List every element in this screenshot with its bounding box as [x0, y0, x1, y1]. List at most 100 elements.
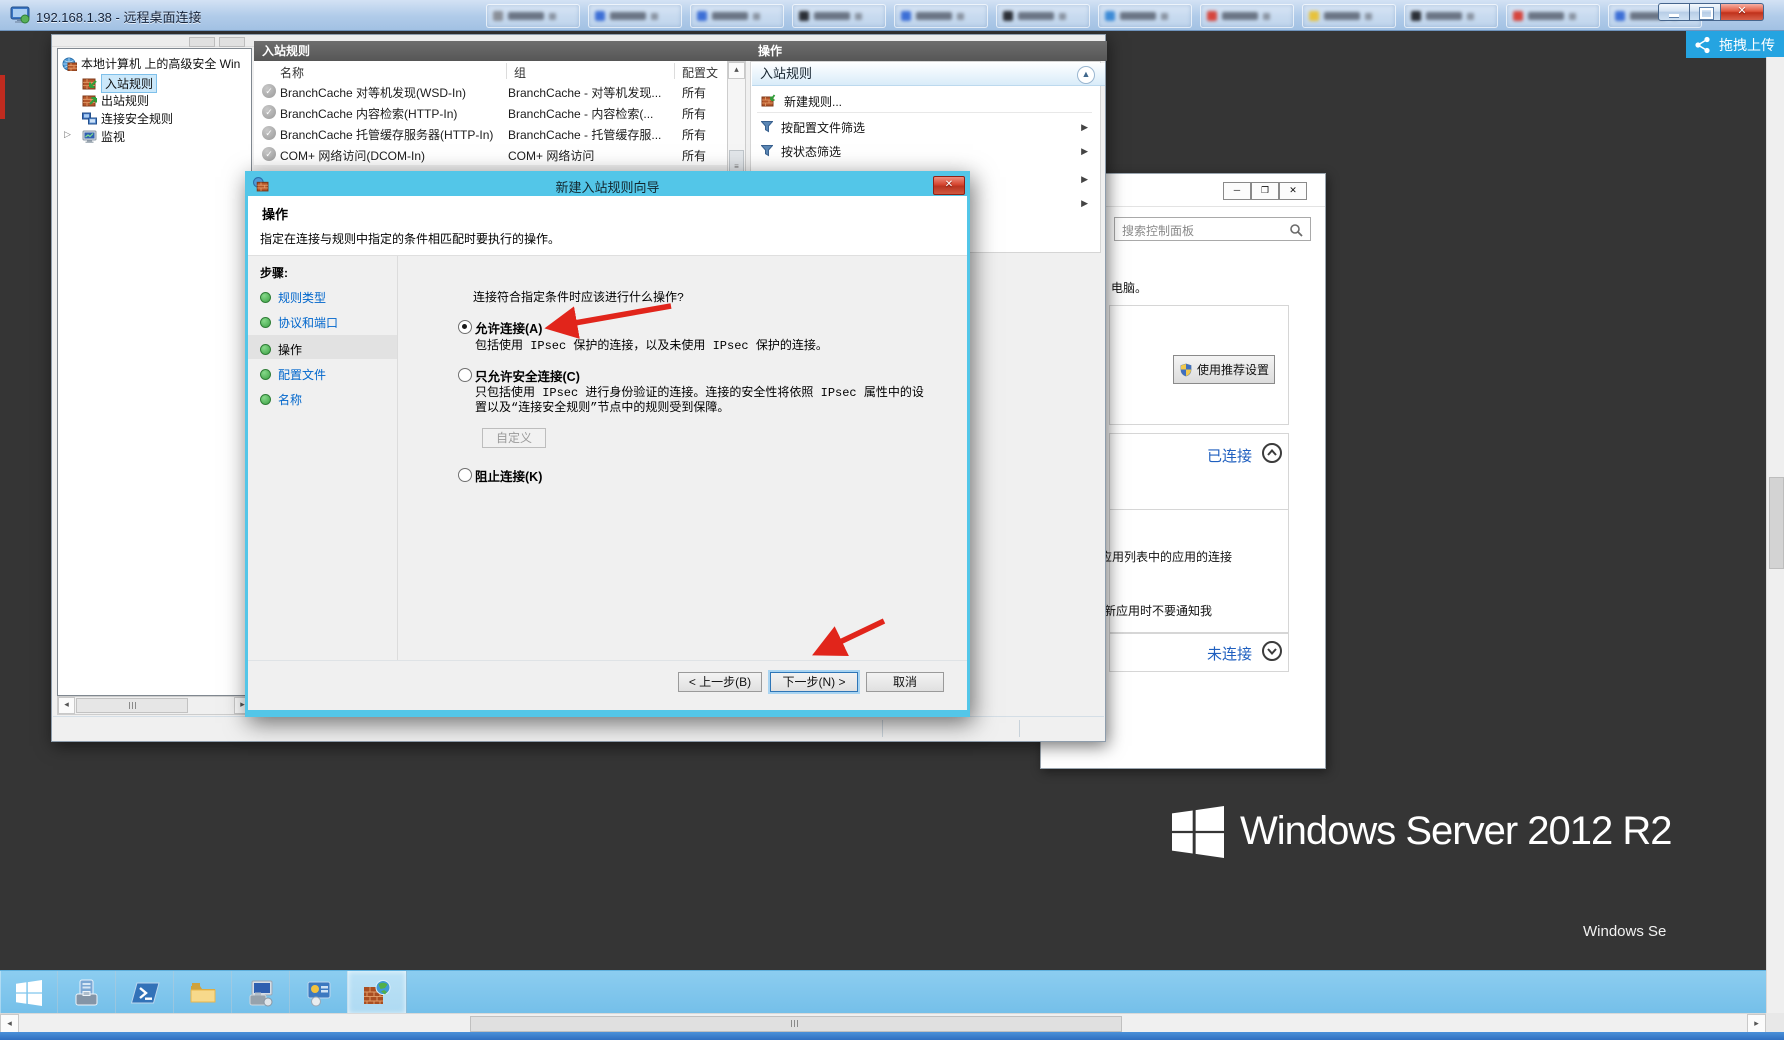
- rule-row[interactable]: ✓ BranchCache 对等机发现(WSD-In) BranchCache …: [254, 81, 727, 102]
- toolbar-button[interactable]: [219, 37, 245, 47]
- host-taskbar-tab[interactable]: [996, 4, 1090, 28]
- rule-disabled-icon: ✓: [262, 84, 276, 98]
- host-taskbar-tab[interactable]: [792, 4, 886, 28]
- option-allow-label[interactable]: 允许连接(A): [475, 318, 542, 337]
- scroll-left-button[interactable]: ◂: [58, 697, 75, 714]
- host-taskbar-tab[interactable]: [690, 4, 784, 28]
- chevron-up-icon[interactable]: [1262, 443, 1282, 463]
- radio-allow-secure-only[interactable]: [458, 368, 472, 382]
- back-button[interactable]: < 上一步(B): [678, 672, 762, 692]
- cancel-button[interactable]: 取消: [866, 672, 944, 692]
- button-label: 使用推荐设置: [1196, 363, 1269, 377]
- cp-minimize-button[interactable]: ─: [1223, 182, 1251, 200]
- tree-horizontal-scrollbar[interactable]: ◂ ▸: [57, 696, 252, 715]
- rule-profile: 所有: [682, 86, 707, 100]
- search-placeholder: 搜索控制面板: [1122, 224, 1195, 238]
- step-label[interactable]: 配置文件: [278, 366, 326, 383]
- not-connected-label[interactable]: 未连接: [1207, 643, 1252, 664]
- taskbar-item-control-panel[interactable]: [289, 971, 348, 1013]
- option-block-label[interactable]: 阻止连接(K): [475, 466, 542, 485]
- step-name[interactable]: 名称: [260, 391, 302, 408]
- step-label[interactable]: 规则类型: [278, 289, 326, 306]
- maximize-button[interactable]: [1690, 3, 1721, 21]
- step-rule-type[interactable]: 规则类型: [260, 289, 326, 306]
- connected-label[interactable]: 已连接: [1207, 445, 1252, 466]
- cp-apps-fragment: 应用列表中的应用的连接: [1100, 550, 1233, 564]
- tree-item-outbound-rules[interactable]: 出站规则: [82, 92, 149, 109]
- customize-button[interactable]: 自定义: [482, 428, 546, 448]
- taskbar-item-file-explorer[interactable]: [173, 971, 232, 1013]
- close-button[interactable]: ✕: [1721, 3, 1764, 21]
- step-label: 操作: [278, 343, 303, 357]
- tree-root[interactable]: 本地计算机 上的高级安全 Win: [62, 55, 244, 72]
- use-recommended-settings-button[interactable]: 使用推荐设置: [1173, 355, 1275, 384]
- console-tree-pane[interactable]: 本地计算机 上的高级安全 Win 入站规则 出站规则 连接安全规则 ▷ 监视: [57, 48, 252, 696]
- taskbar-item-computer-management[interactable]: [231, 971, 290, 1013]
- scroll-up-button[interactable]: ▴: [728, 62, 745, 79]
- rdp-horizontal-scrollbar[interactable]: ◂ ▸: [0, 1013, 1766, 1033]
- tab-icon: [1003, 11, 1013, 21]
- tree-expand-arrow[interactable]: ▷: [64, 129, 71, 140]
- chevron-down-icon[interactable]: [1262, 641, 1282, 661]
- minimize-button[interactable]: [1658, 3, 1690, 21]
- tree-item-label: 入站规则: [101, 74, 158, 93]
- control-panel-search-input[interactable]: 搜索控制面板: [1114, 217, 1311, 241]
- tree-item-inbound-rules[interactable]: 入站规则: [82, 74, 158, 93]
- next-button[interactable]: 下一步(N) >: [770, 672, 858, 692]
- host-taskbar-tab[interactable]: [486, 4, 580, 28]
- scroll-thumb[interactable]: [470, 1016, 1122, 1032]
- host-taskbar-tab[interactable]: [1098, 4, 1192, 28]
- rule-row[interactable]: ✓ BranchCache 内容检索(HTTP-In) BranchCache …: [254, 102, 727, 123]
- host-taskbar-tab[interactable]: [1506, 4, 1600, 28]
- taskbar-item-server-manager[interactable]: [57, 971, 116, 1013]
- rdp-vertical-scrollbar[interactable]: [1766, 57, 1784, 1013]
- radio-allow-connection[interactable]: [458, 320, 472, 334]
- step-protocol-ports[interactable]: 协议和端口: [260, 314, 338, 331]
- host-taskbar-tab[interactable]: [1200, 4, 1294, 28]
- tab-icon: [901, 11, 911, 21]
- tree-item-connection-security[interactable]: 连接安全规则: [82, 110, 173, 127]
- drag-upload-badge[interactable]: 拖拽上传: [1686, 31, 1784, 58]
- step-label[interactable]: 名称: [278, 391, 302, 408]
- scroll-right-button[interactable]: ▸: [1747, 1014, 1766, 1033]
- step-action[interactable]: 操作: [260, 341, 302, 358]
- scrollbar-corner: [1766, 1013, 1784, 1032]
- start-button[interactable]: [0, 971, 58, 1013]
- step-label[interactable]: 协议和端口: [278, 314, 338, 331]
- host-tabs: [486, 4, 1702, 28]
- host-taskbar-tab[interactable]: [1302, 4, 1396, 28]
- taskbar-item-windows-firewall[interactable]: [347, 971, 407, 1013]
- column-name[interactable]: 名称: [280, 64, 304, 81]
- action-filter-by-profile[interactable]: 按配置文件筛选 ▶: [753, 116, 1096, 138]
- host-titlebar[interactable]: 192.168.1.38 - 远程桌面连接 ✕: [0, 0, 1784, 31]
- option-secure-label[interactable]: 只允许安全连接(C): [475, 366, 580, 385]
- host-taskbar-tab[interactable]: [894, 4, 988, 28]
- scroll-thumb[interactable]: [1769, 477, 1784, 569]
- scroll-thumb[interactable]: [76, 698, 188, 713]
- actions-section-header[interactable]: 入站规则 ▲: [752, 63, 1105, 86]
- cp-maximize-button[interactable]: ❐: [1251, 182, 1279, 200]
- toolbar-button[interactable]: [189, 37, 215, 47]
- column-group[interactable]: 组: [514, 64, 526, 81]
- radio-block-connection[interactable]: [458, 468, 472, 482]
- new-inbound-rule-wizard-dialog[interactable]: 新建入站规则向导 ✕ 操作 指定在连接与规则中指定的条件相匹配时要执行的操作。 …: [245, 171, 970, 717]
- tab-label-blurred: [712, 12, 748, 20]
- cp-close-button[interactable]: ✕: [1279, 182, 1307, 200]
- tab-icon: [1411, 11, 1421, 21]
- action-new-rule[interactable]: 新建规则...: [753, 90, 1096, 112]
- cp-recommended-box: 使用推荐设置: [1109, 305, 1289, 425]
- rule-row[interactable]: ✓ BranchCache 托管缓存服务器(HTTP-In) BranchCac…: [254, 123, 727, 144]
- rules-column-headers[interactable]: 名称 组 配置文件: [254, 61, 727, 97]
- dialog-titlebar[interactable]: 新建入站规则向导 ✕: [248, 174, 967, 196]
- step-profile[interactable]: 配置文件: [260, 366, 326, 383]
- action-filter-by-state[interactable]: 按状态筛选 ▶: [753, 140, 1096, 162]
- collapse-chevron-icon[interactable]: ▲: [1077, 66, 1095, 84]
- host-taskbar-tab[interactable]: [1404, 4, 1498, 28]
- tree-item-monitoring[interactable]: 监视: [82, 128, 125, 145]
- rule-row[interactable]: ✓ COM+ 网络访问(DCOM-In) COM+ 网络访问 所有: [254, 144, 727, 165]
- taskbar-item-powershell[interactable]: [115, 971, 174, 1013]
- host-taskbar-tab[interactable]: [588, 4, 682, 28]
- dialog-close-button[interactable]: ✕: [933, 176, 965, 195]
- scroll-left-button[interactable]: ◂: [0, 1014, 19, 1033]
- tab-icon: [1207, 11, 1217, 21]
